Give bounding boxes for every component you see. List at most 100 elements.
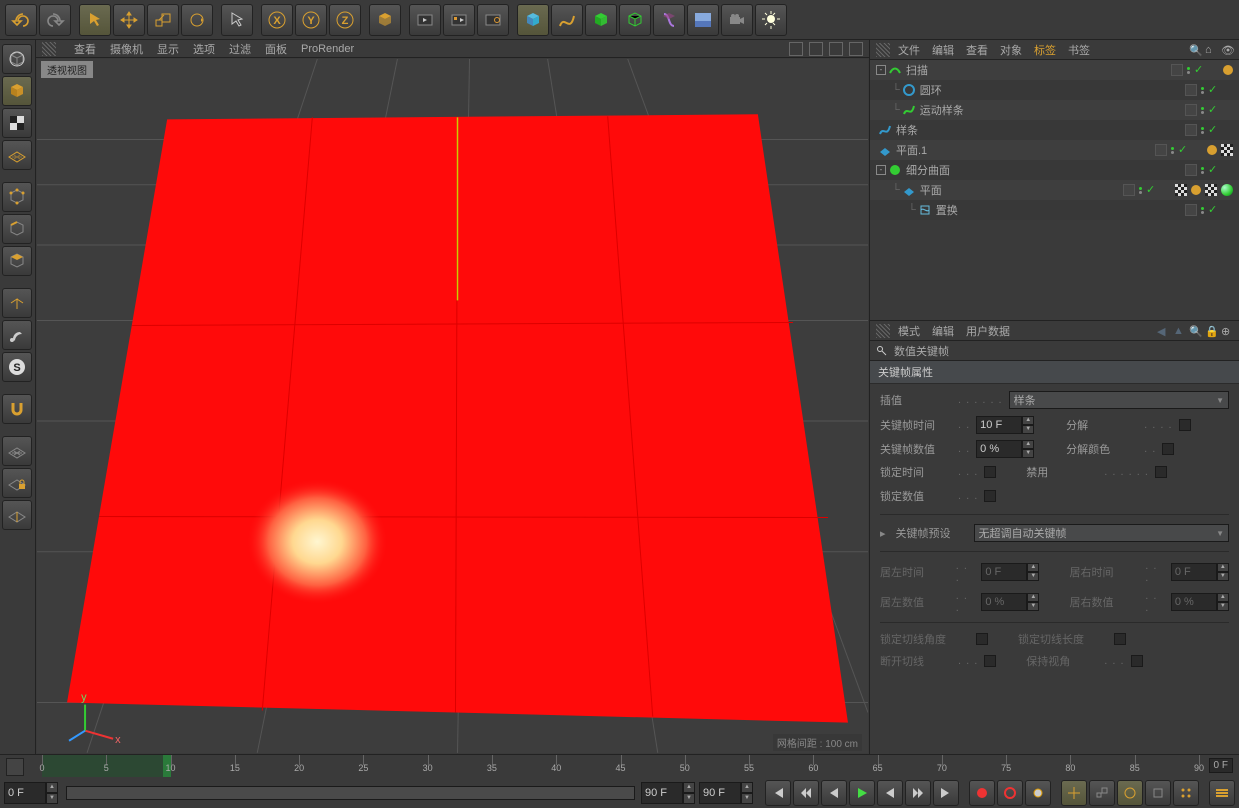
snap-toggle[interactable] — [2, 394, 32, 424]
start-frame-input[interactable]: ▲▼ — [4, 782, 60, 804]
render-pv[interactable] — [443, 4, 475, 36]
expand-toggle[interactable]: - — [876, 165, 886, 175]
enable-check[interactable] — [1195, 65, 1205, 75]
visibility-dots[interactable] — [1201, 127, 1205, 134]
key-scale[interactable] — [1089, 780, 1115, 806]
keyvalue-input[interactable]: ▲▼ — [976, 440, 1036, 458]
enable-check[interactable] — [1209, 85, 1219, 95]
edges-mode[interactable] — [2, 214, 32, 244]
render-view[interactable] — [409, 4, 441, 36]
undo-button[interactable] — [5, 4, 37, 36]
eye-icon[interactable]: 👁 — [1221, 44, 1233, 56]
tree-row[interactable]: └平面 — [870, 180, 1239, 200]
end-frame-2[interactable]: ▲▼ — [699, 782, 755, 804]
material-tag-icon[interactable] — [1221, 184, 1233, 196]
make-editable[interactable] — [2, 44, 32, 74]
preset-select[interactable]: 无超调自动关键帧▼ — [974, 524, 1229, 542]
enable-check[interactable] — [1209, 165, 1219, 175]
planar-workplane[interactable] — [2, 500, 32, 530]
tag-dot[interactable] — [1207, 145, 1217, 155]
om-menu-view[interactable]: 查看 — [966, 42, 988, 58]
visibility-dots[interactable] — [1201, 167, 1205, 174]
breakdown-check[interactable] — [1179, 419, 1191, 431]
tree-row[interactable]: 样条 — [870, 120, 1239, 140]
key-param[interactable] — [1145, 780, 1171, 806]
object-name[interactable]: 样条 — [896, 122, 1002, 138]
viewport-solo[interactable]: S — [2, 352, 32, 382]
next-frame[interactable] — [877, 780, 903, 806]
view-menu-filter[interactable]: 过滤 — [229, 41, 251, 57]
visibility-dots[interactable] — [1201, 107, 1205, 114]
visibility-dots[interactable] — [1187, 67, 1191, 74]
om-menu-edit[interactable]: 编辑 — [932, 42, 954, 58]
enable-check[interactable] — [1209, 105, 1219, 115]
timeline-ruler[interactable]: 051015202530354045505560657075808590 — [42, 755, 1199, 777]
object-name[interactable]: 扫描 — [906, 62, 1012, 78]
tag-dot[interactable] — [1191, 185, 1201, 195]
layer-box[interactable] — [1155, 144, 1167, 156]
object-name[interactable]: 运动样条 — [920, 102, 1026, 118]
workplane-snap[interactable] — [2, 436, 32, 466]
live-select-tool[interactable] — [79, 4, 111, 36]
model-mode[interactable] — [2, 76, 32, 106]
object-tree[interactable]: -扫描└圆环└运动样条样条平面.1-细分曲面└平面└置换 — [870, 60, 1239, 320]
texture-tag-icon[interactable] — [1205, 184, 1217, 196]
goto-prevkey[interactable] — [793, 780, 819, 806]
search-icon[interactable]: 🔍 — [1189, 44, 1201, 56]
generator[interactable] — [585, 4, 617, 36]
keepangle-check[interactable] — [1131, 655, 1143, 667]
expand-icon[interactable]: ▸ — [880, 527, 886, 540]
range-slider[interactable] — [66, 786, 635, 800]
locktlen-check[interactable] — [1114, 633, 1126, 645]
enable-check[interactable] — [1209, 205, 1219, 215]
generator-2[interactable] — [619, 4, 651, 36]
keytime-input[interactable]: ▲▼ — [976, 416, 1036, 434]
breaktan-check[interactable] — [984, 655, 996, 667]
x-axis-lock[interactable]: X — [261, 4, 293, 36]
points-mode[interactable] — [2, 182, 32, 212]
goto-nextkey[interactable] — [905, 780, 931, 806]
view-nav-1[interactable] — [789, 42, 803, 56]
play[interactable] — [849, 780, 875, 806]
scale-tool[interactable] — [147, 4, 179, 36]
rotate-tool[interactable] — [181, 4, 213, 36]
viewport[interactable]: 透视视图 — [37, 59, 868, 753]
object-name[interactable]: 圆环 — [920, 82, 1026, 98]
tree-row[interactable]: └圆环 — [870, 80, 1239, 100]
om-menu-bookmarks[interactable]: 书签 — [1068, 42, 1090, 58]
lock-icon[interactable]: 🔒 — [1205, 325, 1217, 337]
visibility-dots[interactable] — [1139, 187, 1143, 194]
key-pla[interactable] — [1173, 780, 1199, 806]
deformer[interactable] — [653, 4, 685, 36]
tweak-mode[interactable] — [2, 320, 32, 350]
nav-up-icon[interactable]: ▲ — [1173, 325, 1185, 337]
layer-box[interactable] — [1171, 64, 1183, 76]
texture-tag-icon[interactable] — [1175, 184, 1187, 196]
object-name[interactable]: 平面.1 — [896, 142, 1002, 158]
last-tool[interactable] — [221, 4, 253, 36]
om-menu-object[interactable]: 对象 — [1000, 42, 1022, 58]
visibility-dots[interactable] — [1201, 87, 1205, 94]
tree-row[interactable]: └运动样条 — [870, 100, 1239, 120]
locked-workplane[interactable] — [2, 468, 32, 498]
am-menu-edit[interactable]: 编辑 — [932, 323, 954, 339]
locktangle-check[interactable] — [976, 633, 988, 645]
coord-system[interactable] — [369, 4, 401, 36]
autokey[interactable] — [997, 780, 1023, 806]
open-timeline[interactable] — [1209, 780, 1235, 806]
workplane-mode[interactable] — [2, 140, 32, 170]
view-menu-prorender[interactable]: ProRender — [301, 43, 354, 55]
layer-box[interactable] — [1185, 164, 1197, 176]
disable-check[interactable] — [1155, 466, 1167, 478]
tree-row[interactable]: -细分曲面 — [870, 160, 1239, 180]
om-menu-file[interactable]: 文件 — [898, 42, 920, 58]
goto-start-button[interactable] — [6, 758, 24, 776]
view-menu-panel[interactable]: 面板 — [265, 41, 287, 57]
expand-toggle[interactable]: - — [876, 65, 886, 75]
visibility-dots[interactable] — [1201, 207, 1205, 214]
spline-primitive[interactable] — [551, 4, 583, 36]
cube-primitive[interactable] — [517, 4, 549, 36]
axis-mode[interactable] — [2, 288, 32, 318]
camera[interactable] — [721, 4, 753, 36]
layer-box[interactable] — [1185, 204, 1197, 216]
